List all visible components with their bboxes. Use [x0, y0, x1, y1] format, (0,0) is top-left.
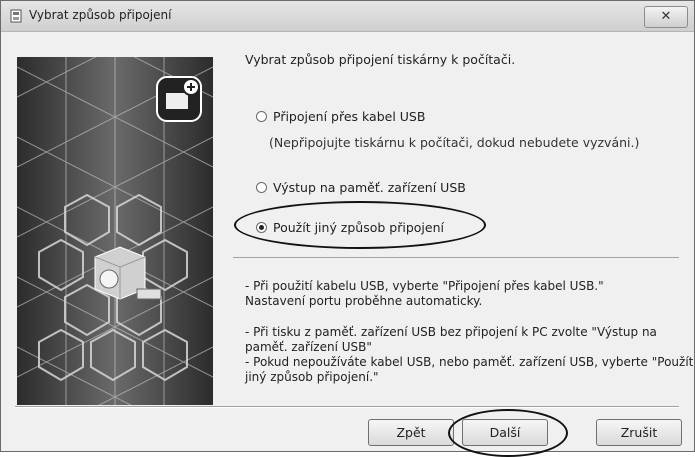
usb-cable-radio[interactable] — [256, 111, 267, 122]
dialog-window: Vybrat způsob připojení ✕ Vybrat způsob … — [0, 0, 695, 457]
title-bar: Vybrat způsob připojení ✕ — [1, 1, 694, 32]
back-button[interactable]: Zpět — [368, 419, 454, 446]
cancel-button[interactable]: Zrušit — [596, 419, 682, 446]
footer-divider — [15, 406, 679, 408]
info-line-6: jiný způsob připojení." — [245, 370, 379, 384]
usb-cable-note: (Nepřipojujte tiskárnu k počítači, dokud… — [269, 135, 640, 150]
info-line-1: - Při použití kabelu USB, vyberte "Připo… — [245, 279, 604, 293]
close-button[interactable]: ✕ — [644, 6, 688, 28]
info-line-3: - Při tisku z paměť. zařízení USB bez př… — [245, 325, 657, 339]
info-line-2: Nastavení portu proběhne automaticky. — [245, 294, 483, 308]
usb-cable-label: Připojení přes kabel USB — [273, 109, 426, 124]
banner-image — [17, 57, 213, 405]
content-divider — [233, 257, 679, 258]
printer-app-icon — [10, 9, 22, 23]
info-line-4: paměť. zařízení USB" — [245, 340, 372, 354]
annotation-ellipse-next — [448, 409, 568, 457]
window-title: Vybrat způsob připojení — [29, 8, 172, 22]
dialog-heading: Vybrat způsob připojení tiskárny k počít… — [245, 52, 516, 67]
usb-storage-label: Výstup na paměť. zařízení USB — [273, 180, 466, 195]
usb-storage-radio[interactable] — [256, 182, 267, 193]
info-line-5: - Pokud nepoužíváte kabel USB, nebo pamě… — [245, 355, 694, 369]
dialog-content: Vybrat způsob připojení tiskárny k počít… — [1, 32, 694, 457]
option-usb-cable[interactable]: Připojení přes kabel USB — [256, 109, 425, 124]
annotation-ellipse-option — [234, 201, 486, 249]
option-usb-storage[interactable]: Výstup na paměť. zařízení USB — [256, 180, 466, 195]
